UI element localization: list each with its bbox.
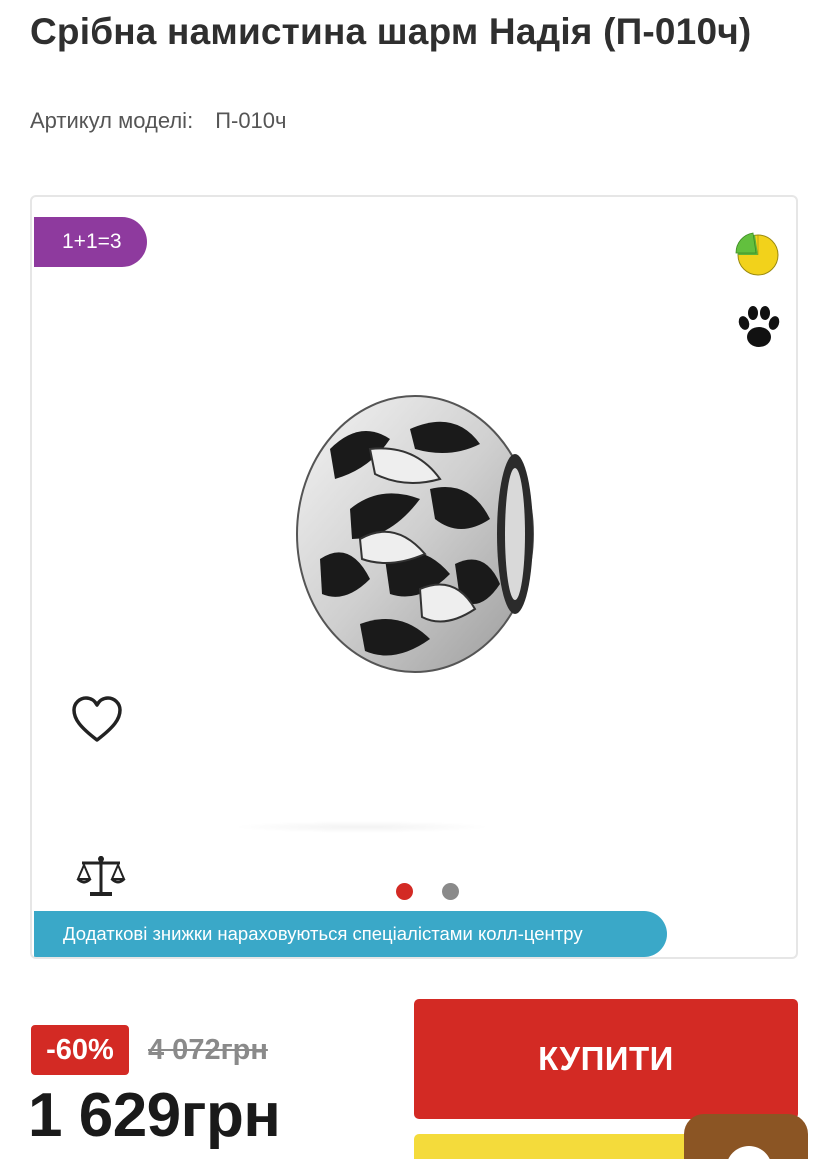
- carousel-dot-2[interactable]: [442, 883, 459, 900]
- scales-icon[interactable]: [76, 853, 126, 899]
- chat-widget[interactable]: [684, 1114, 808, 1159]
- buy-button[interactable]: КУПИТИ: [414, 999, 798, 1119]
- paw-icon: [738, 306, 780, 347]
- product-title: Срібна намистина шарм Надія (П-010ч): [30, 11, 752, 52]
- info-banner: Додаткові знижки нараховуються спеціаліс…: [34, 911, 667, 957]
- heart-icon[interactable]: [70, 695, 124, 745]
- product-gallery[interactable]: 1+1=3 Додаткові знижки нараховуються спе…: [30, 195, 798, 959]
- chat-bubble-icon: [726, 1146, 772, 1159]
- promo-badge[interactable]: 1+1=3: [34, 217, 147, 267]
- discount-badge: -60%: [31, 1025, 129, 1075]
- product-image[interactable]: [290, 389, 540, 679]
- carousel-dots: [396, 883, 459, 900]
- sku-value: П-010ч: [215, 108, 287, 133]
- image-reflection: [232, 821, 492, 833]
- sku-row: Артикул моделі: П-010ч: [30, 106, 287, 136]
- carousel-dot-1[interactable]: [396, 883, 413, 900]
- pie-chart-icon[interactable]: [732, 229, 782, 279]
- sku-label: Артикул моделі:: [30, 108, 194, 133]
- old-price: 4 072грн: [148, 1034, 268, 1066]
- current-price: 1 629грн: [28, 1081, 281, 1150]
